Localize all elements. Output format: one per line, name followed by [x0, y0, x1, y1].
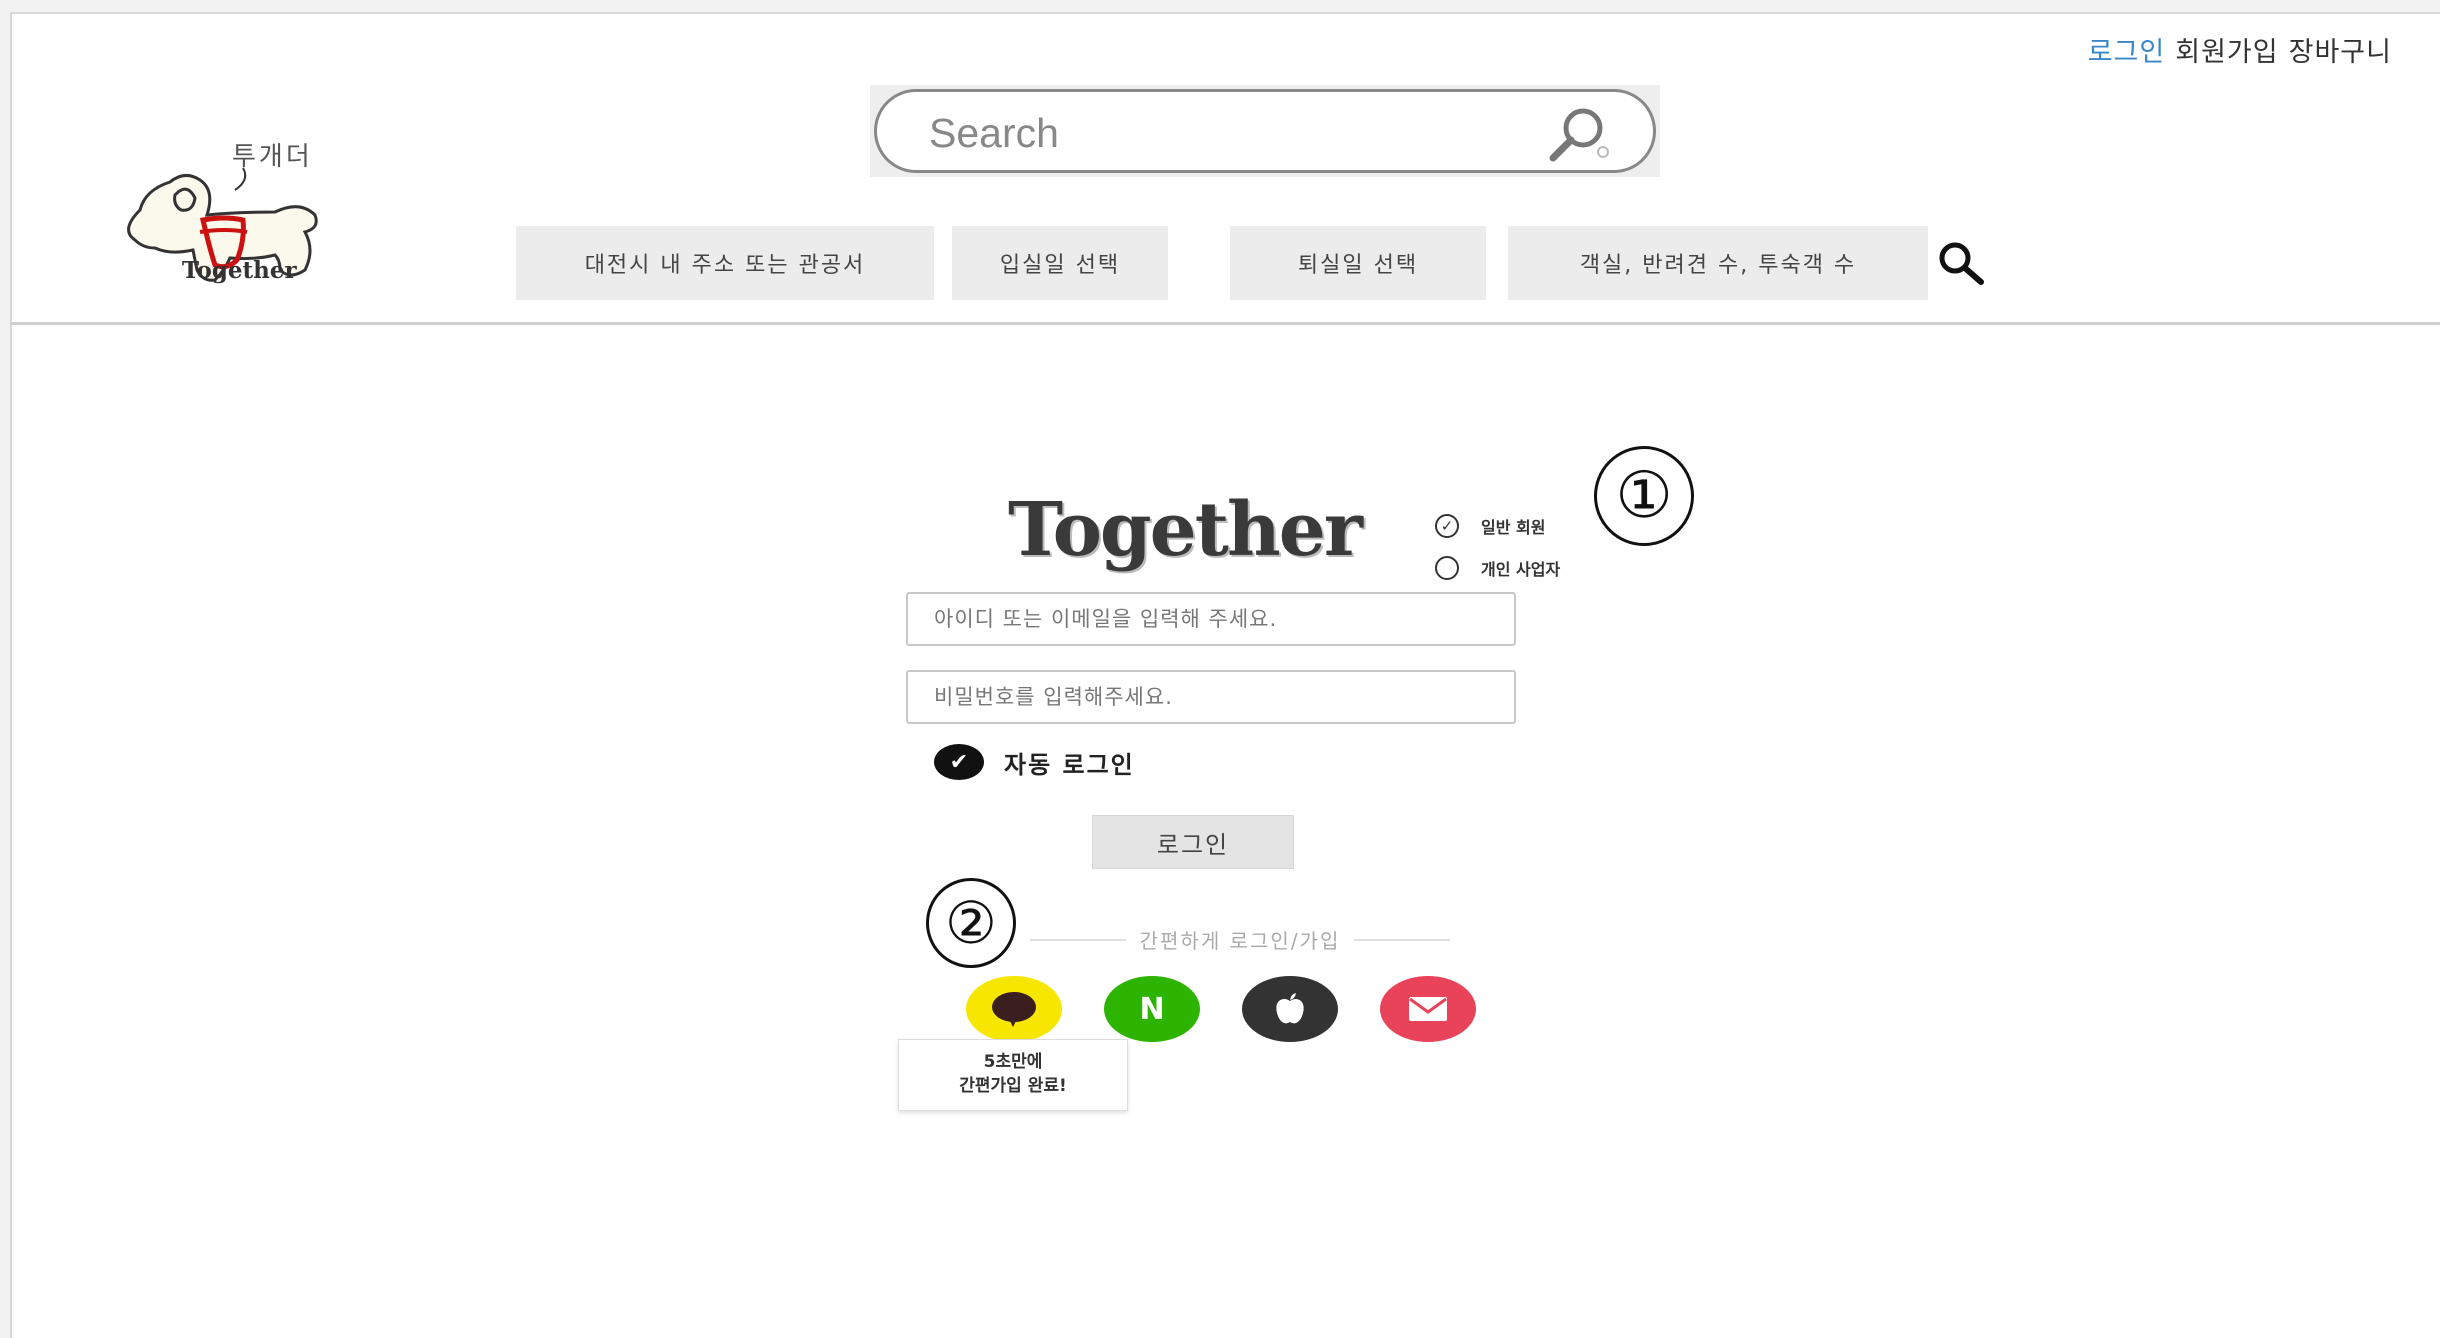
divider-line-right: [1354, 938, 1451, 941]
top-login-link[interactable]: 로그인: [2088, 37, 2166, 68]
annotation-marker-2: ②: [926, 878, 1016, 968]
id-input[interactable]: [908, 594, 1514, 644]
annotation-marker-1: ①: [1594, 446, 1694, 546]
member-type-business[interactable]: 개인 사업자: [1435, 556, 1560, 580]
password-field[interactable]: [906, 670, 1516, 724]
tooltip-line-1: 5초만에: [983, 1052, 1043, 1072]
naver-n-icon: N: [1139, 991, 1165, 1027]
radio-checked-icon[interactable]: ✓: [1435, 514, 1459, 538]
search-box: [874, 89, 1656, 173]
divider-line-left: [1030, 938, 1126, 941]
top-signup-link[interactable]: 회원가입: [2175, 37, 2278, 68]
login-brand-logo: Together: [1008, 487, 1363, 573]
logo-hangul: 투개더: [232, 142, 313, 172]
filter-checkin-date[interactable]: 입실일 선택: [952, 226, 1168, 300]
member-type-general-label: 일반 회원: [1481, 518, 1546, 537]
checkmark-icon[interactable]: ✔: [934, 744, 984, 780]
envelope-icon: [1409, 997, 1447, 1021]
kakao-tooltip: 5초만에 간편가입 완료!: [898, 1039, 1128, 1111]
easy-login-label: 간편하게 로그인/가입: [1139, 929, 1341, 953]
filter-checkout-date[interactable]: 퇴실일 선택: [1230, 226, 1486, 300]
search-area: [870, 85, 1660, 177]
tooltip-line-2: 간편가입 완료!: [959, 1076, 1067, 1096]
login-button[interactable]: 로그인: [1092, 815, 1294, 869]
filter-room-guests[interactable]: 객실, 반려견 수, 투숙객 수: [1508, 226, 1928, 300]
top-links: 로그인 회원가입 장바구니: [2078, 30, 2392, 69]
apple-icon: [1276, 993, 1304, 1024]
id-field[interactable]: [906, 592, 1516, 646]
header-divider: [10, 322, 2440, 325]
auto-login-label: 자동 로그인: [1004, 750, 1135, 779]
search-input[interactable]: [927, 108, 1531, 158]
easy-login-divider: 간편하게 로그인/가입: [1030, 925, 1451, 954]
member-type-business-label: 개인 사업자: [1481, 560, 1561, 579]
auto-login-toggle[interactable]: ✔ 자동 로그인: [934, 744, 1135, 780]
search-submit-icon[interactable]: [1935, 240, 1993, 286]
magnifier-icon[interactable]: [1541, 104, 1613, 164]
speech-bubble-icon: [992, 992, 1036, 1027]
filter-location[interactable]: 대전시 내 주소 또는 관공서: [516, 226, 934, 300]
logo-text: Together: [182, 257, 297, 284]
apple-login-button[interactable]: [1242, 976, 1338, 1042]
email-login-button[interactable]: [1380, 976, 1476, 1042]
kakao-login-button[interactable]: [966, 976, 1062, 1042]
top-cart-link[interactable]: 장바구니: [2289, 37, 2392, 68]
radio-unchecked-icon[interactable]: [1435, 556, 1459, 580]
member-type-general[interactable]: ✓ 일반 회원: [1435, 514, 1545, 538]
naver-login-button[interactable]: N: [1104, 976, 1200, 1042]
password-input[interactable]: [908, 672, 1514, 722]
